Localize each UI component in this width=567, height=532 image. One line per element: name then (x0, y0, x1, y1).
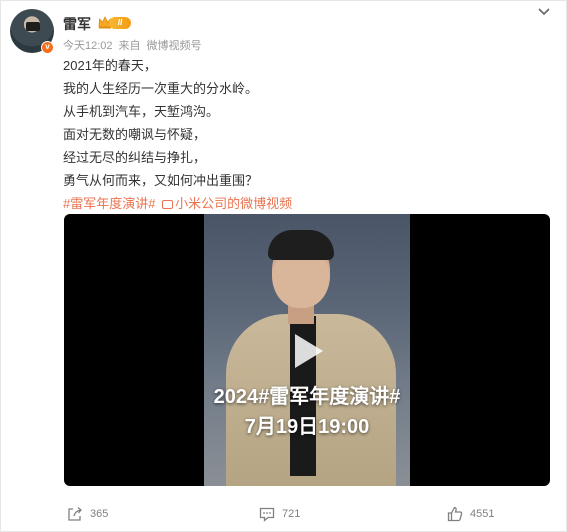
video-link[interactable]: 小米公司的微博视频 (175, 196, 292, 211)
text-line: 我的人生经历一次重大的分水岭。 (63, 81, 259, 96)
hashtag-link[interactable]: #雷军年度演讲# (63, 196, 155, 211)
video-overlay-date: 7月19日19:00 (244, 416, 370, 438)
video-thumbnail: 2024#雷军年度演讲# 7月19日19:00 (204, 214, 410, 486)
source-prefix: 来自 (118, 40, 141, 52)
like-button[interactable]: 4551 (447, 501, 494, 527)
share-icon (68, 507, 82, 521)
like-count: 4551 (470, 508, 495, 520)
comment-icon (259, 507, 275, 522)
author-name[interactable]: 雷军 (63, 14, 91, 34)
member-level: II (109, 17, 131, 29)
video-overlay-title: 2024#雷军年度演讲# (213, 386, 401, 408)
post-source[interactable]: 微博视频号 (147, 40, 202, 52)
action-bar: 365 721 4551 (1, 501, 567, 527)
comment-count: 721 (282, 508, 301, 520)
post-text: 2021年的春天， 我的人生经历一次重大的分水岭。 从手机到汽车，天堑鸿沟。 面… (63, 54, 292, 215)
weibo-post-card: v 雷军 II 今天12:02 来自 微博视频号 2021年的春天， 我的人生经历一… (0, 0, 567, 532)
thumbnail-person-hair (268, 230, 334, 260)
text-line: 经过无尽的纠结与挣扎， (63, 150, 207, 165)
text-line: 勇气从何而来，又如何冲出重围？ (63, 173, 259, 188)
verified-badge-icon: v (41, 41, 54, 54)
share-count: 365 (90, 508, 109, 520)
video-player[interactable]: 2024#雷军年度演讲# 7月19日19:00 (64, 214, 550, 486)
tag-line: #雷军年度演讲# 小米公司的微博视频 (63, 192, 292, 215)
chevron-down-icon[interactable] (537, 4, 551, 18)
post-meta: 今天12:02 来自 微博视频号 (63, 37, 208, 53)
share-button[interactable]: 365 (67, 501, 108, 527)
post-time[interactable]: 今天12:02 (63, 40, 113, 52)
video-link-icon (162, 200, 174, 209)
member-badge[interactable]: II (98, 15, 132, 31)
text-line: 面对无数的嘲讽与怀疑， (63, 127, 207, 142)
camera-shape (26, 22, 40, 31)
comment-button[interactable]: 721 (259, 501, 300, 527)
text-line: 2021年的春天， (63, 58, 157, 73)
text-line: 从手机到汽车，天堑鸿沟。 (63, 104, 220, 119)
like-icon (447, 506, 463, 522)
play-icon[interactable] (295, 334, 323, 368)
